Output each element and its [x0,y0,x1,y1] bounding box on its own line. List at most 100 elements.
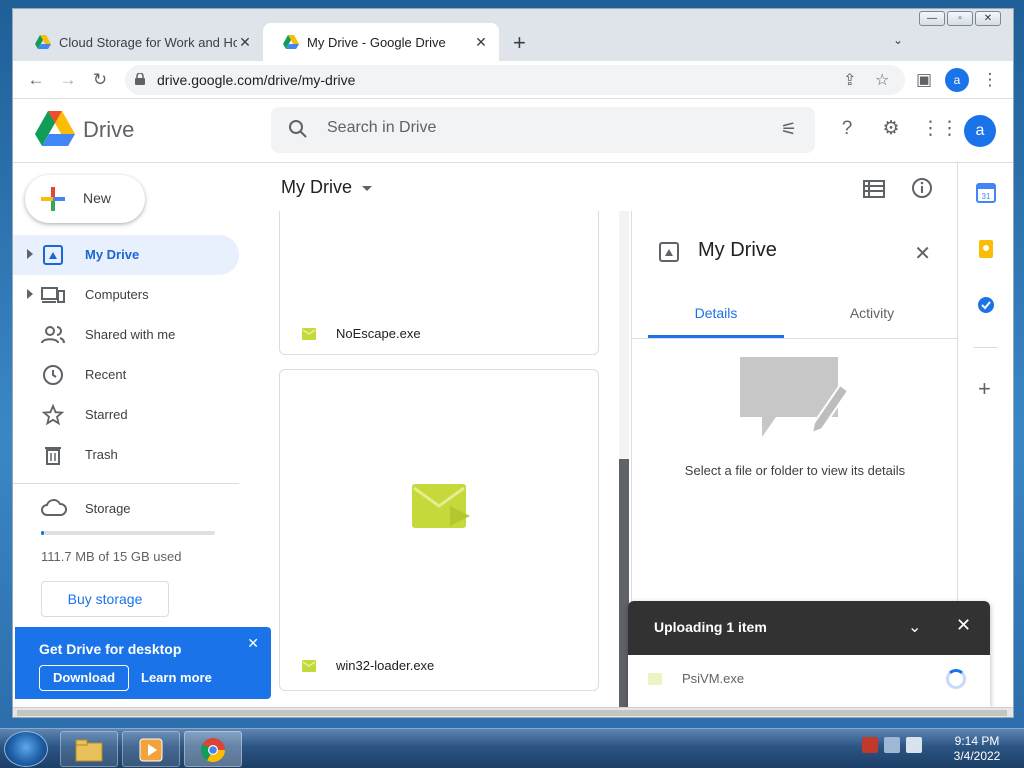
chrome-icon [200,738,225,763]
sidebar-item-label: Trash [85,447,118,462]
volume-icon[interactable] [906,737,922,753]
add-addon-icon[interactable]: + [978,378,991,400]
forward-icon[interactable]: → [57,69,79,91]
sidebar-item-label: Computers [85,287,149,302]
side-panel-icon[interactable]: ▣ [913,69,935,91]
drive-logo-icon[interactable] [35,111,75,147]
expand-caret-icon[interactable] [27,249,33,259]
tab-details[interactable]: Details [648,305,784,321]
horizontal-scrollbar-thumb[interactable] [17,710,1007,716]
sidebar-item-computers[interactable]: Computers [13,275,239,315]
google-drive-favicon-icon [35,35,51,49]
new-tab-button[interactable]: + [513,32,526,54]
cloud-icon [41,499,67,516]
lock-icon [135,73,145,85]
sidebar-divider [13,483,239,484]
profile-avatar[interactable]: a [945,68,969,92]
tab-my-drive[interactable]: My Drive - Google Drive ✕ [263,23,499,61]
action-center-flag-icon[interactable] [862,737,878,753]
plus-icon [41,187,65,211]
empty-details-illustration-icon [740,357,850,437]
taskbar-chrome[interactable] [184,731,242,767]
help-icon[interactable]: ? [835,117,859,141]
my-drive-icon [43,245,63,265]
promo-title: Get Drive for desktop [39,641,182,657]
tab-title: Cloud Storage for Work and Home - Google… [59,34,237,50]
svg-text:31: 31 [982,192,991,201]
tab-divider [632,338,958,339]
system-clock[interactable]: 9:14 PM 3/4/2022 [940,734,1014,764]
tab-search-chevron-icon[interactable]: ⌄ [893,33,903,47]
trash-icon [45,447,61,465]
browser-menu-icon[interactable]: ⋮ [979,69,1001,91]
media-player-icon [139,738,163,762]
buy-storage-button[interactable]: Buy storage [41,581,169,617]
close-details-icon[interactable]: ✕ [914,241,931,266]
sidebar-item-starred[interactable]: Starred [13,395,239,435]
search-bar: ⚟ [271,107,815,153]
url-text: drive.google.com/drive/my-drive [157,72,356,88]
new-button-label: New [83,190,112,206]
sidebar-item-trash[interactable]: Trash [13,435,239,475]
tab-title: My Drive - Google Drive [307,34,446,50]
list-view-icon[interactable] [863,179,885,199]
star-icon [41,403,65,426]
search-input[interactable] [327,119,747,137]
sidebar-item-shared[interactable]: Shared with me [13,315,239,355]
info-icon[interactable] [911,177,933,199]
drive-desktop-promo: Get Drive for desktop ✕ Download Learn m… [15,627,271,699]
taskbar-media-player[interactable] [122,731,180,767]
tab-cloud-storage[interactable]: Cloud Storage for Work and Home - Google… [15,23,263,61]
clock-icon [43,365,63,385]
apps-grid-icon[interactable]: ⋮⋮ [921,117,959,141]
expand-caret-icon[interactable] [27,289,33,299]
start-button[interactable] [4,731,48,767]
reload-icon[interactable]: ↻ [89,69,111,91]
account-avatar[interactable]: a [964,115,996,147]
storage-label: Storage [85,501,131,516]
close-tab-icon[interactable]: ✕ [473,34,489,51]
search-icon[interactable] [287,118,309,140]
rail-divider [974,347,998,348]
file-grid: NoEscape.exe win32-loader.exe [271,211,631,707]
sidebar: New My Drive Computers Shared with me Re… [13,163,271,707]
sidebar-nav: My Drive Computers Shared with me Recent… [13,235,271,475]
sidebar-item-recent[interactable]: Recent [13,355,239,395]
download-button[interactable]: Download [39,665,129,691]
network-icon[interactable] [884,737,900,753]
horizontal-scrollbar[interactable] [13,707,1013,717]
close-upload-icon[interactable]: ✕ [956,615,971,636]
address-bar[interactable]: drive.google.com/drive/my-drive ⇪ ☆ [125,65,905,95]
file-card[interactable]: NoEscape.exe [279,211,599,355]
tab-activity[interactable]: Activity [804,305,940,321]
storage-progress-fill [41,531,45,535]
clock-date: 3/4/2022 [953,749,1001,763]
sidebar-item-my-drive[interactable]: My Drive [13,235,239,275]
windows-taskbar: 9:14 PM 3/4/2022 [0,728,1024,768]
breadcrumb[interactable]: My Drive [281,177,372,198]
search-options-icon[interactable]: ⚟ [781,119,797,140]
learn-more-link[interactable]: Learn more [141,670,212,685]
back-icon[interactable]: ← [25,69,47,91]
taskbar-explorer[interactable] [60,731,118,767]
google-drive-favicon-icon [283,35,299,49]
settings-gear-icon[interactable]: ⚙ [879,117,903,141]
bookmark-star-icon[interactable]: ☆ [875,70,889,90]
close-tab-icon[interactable]: ✕ [237,34,253,51]
new-button[interactable]: New [25,175,145,223]
file-name: win32-loader.exe [336,658,435,673]
collapse-chevron-icon[interactable]: ⌄ [908,617,921,637]
share-icon[interactable]: ⇪ [843,70,856,90]
drive-page: Drive ⚟ ? ⚙ ⋮⋮ a New [13,99,1013,707]
tasks-icon[interactable] [976,295,996,315]
browser-window: — ▫ ✕ Cloud Storage for Work and Home - … [12,8,1014,718]
upload-spinner-icon [946,669,966,689]
exe-file-icon [302,660,316,672]
calendar-icon[interactable]: 31 [976,183,996,203]
file-card[interactable]: win32-loader.exe [279,369,599,691]
close-promo-icon[interactable]: ✕ [247,635,259,652]
folder-icon [75,739,103,762]
exe-file-icon [302,328,316,340]
computers-icon [41,287,65,303]
keep-icon[interactable] [976,239,996,259]
